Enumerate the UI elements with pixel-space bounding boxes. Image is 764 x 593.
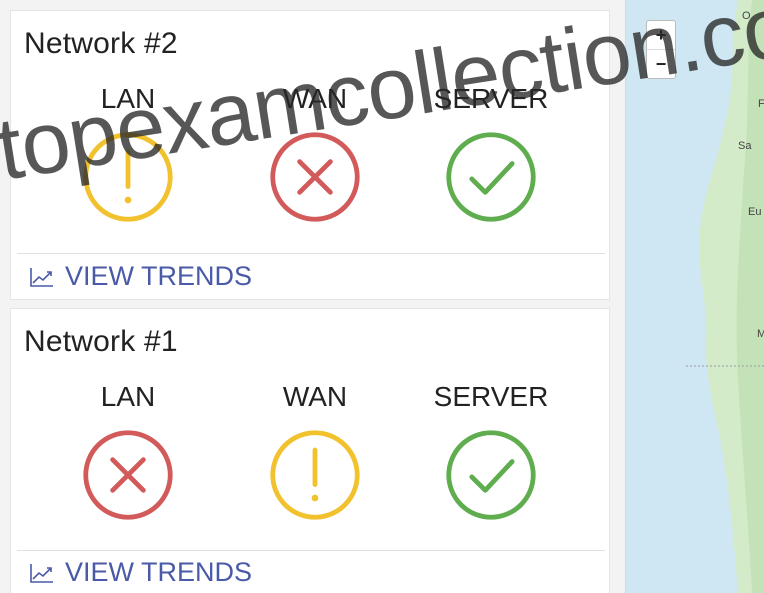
warning-icon <box>270 430 360 520</box>
view-trends-link[interactable]: VIEW TRENDS <box>29 261 252 292</box>
view-trends-label: VIEW TRENDS <box>65 557 253 587</box>
zoom-out-button[interactable]: − <box>647 49 675 78</box>
view-trends-label: VIEW TRENDS <box>65 261 253 291</box>
network-status-panel: Network #2 LAN WAN SERVER VIEW TRENDS Ne… <box>0 0 625 593</box>
status-label: WAN <box>282 83 348 114</box>
status-label: SERVER <box>433 83 549 114</box>
map-place-label: F <box>758 98 764 110</box>
wan-status: WAN <box>250 377 380 523</box>
map-place-label: Eu <box>748 206 762 218</box>
map-view[interactable]: O F Sa Eu M <box>626 0 764 593</box>
trend-chart-icon <box>30 267 53 287</box>
status-label: SERVER <box>433 381 549 412</box>
card-divider <box>17 550 605 551</box>
trend-chart-icon <box>30 563 53 583</box>
map-place-label: O <box>742 10 751 22</box>
map-zoom-control: + − <box>646 20 676 79</box>
card-divider <box>17 253 605 254</box>
map-place-label: Sa <box>738 140 752 152</box>
check-icon <box>446 132 536 222</box>
status-label: LAN <box>100 83 156 114</box>
view-trends-link[interactable]: VIEW TRENDS <box>29 557 252 588</box>
lan-status: LAN <box>63 377 193 523</box>
error-icon <box>270 132 360 222</box>
network-card-2: Network #2 LAN WAN SERVER VIEW TRENDS <box>10 10 610 300</box>
check-icon <box>446 430 536 520</box>
server-status: SERVER <box>426 377 556 523</box>
zoom-in-button[interactable]: + <box>647 21 675 49</box>
network-title: Network #2 <box>24 27 178 60</box>
warning-icon <box>83 132 173 222</box>
status-label: WAN <box>282 381 348 412</box>
error-icon <box>83 430 173 520</box>
map-place-label: M <box>757 328 764 340</box>
network-card-1: Network #1 LAN WAN SERVER VIEW TRENDS <box>10 308 610 593</box>
lan-status: LAN <box>63 79 193 225</box>
status-label: LAN <box>100 381 156 412</box>
server-status: SERVER <box>426 79 556 225</box>
map-terrain <box>686 0 764 593</box>
network-title: Network #1 <box>24 325 178 358</box>
wan-status: WAN <box>250 79 380 225</box>
